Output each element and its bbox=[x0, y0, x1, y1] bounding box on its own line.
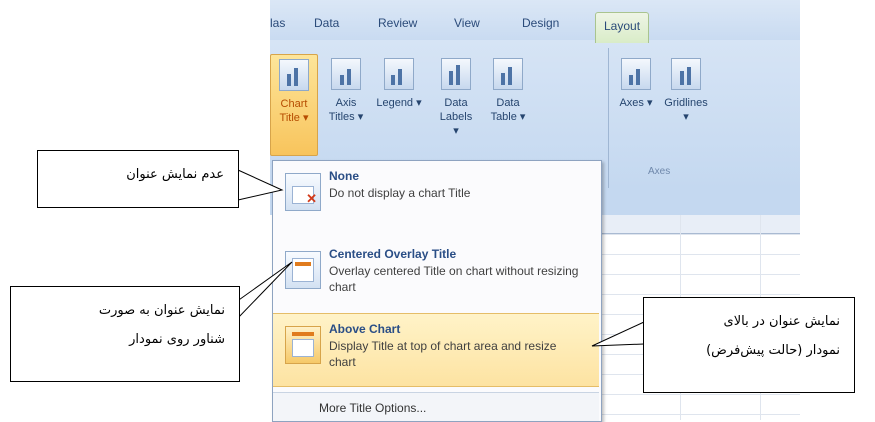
callout-above-line1: نمایش عنوان در بالای bbox=[723, 314, 840, 329]
callout-overlay-line2: شناور روی نمودار bbox=[129, 332, 225, 347]
callout-none: عدم نمایش عنوان bbox=[37, 150, 239, 208]
callout-above-line2: نمودار (حالت پیش‌فرض) bbox=[706, 343, 840, 358]
callout-overlay: نمایش عنوان به صورت شناور روی نمودار bbox=[10, 286, 240, 382]
callout-overlay-line1: نمایش عنوان به صورت bbox=[98, 303, 225, 318]
callout-above-chart: نمایش عنوان در بالای نمودار (حالت پیش‌فر… bbox=[643, 297, 855, 393]
callout-none-text: عدم نمایش عنوان bbox=[126, 167, 224, 182]
